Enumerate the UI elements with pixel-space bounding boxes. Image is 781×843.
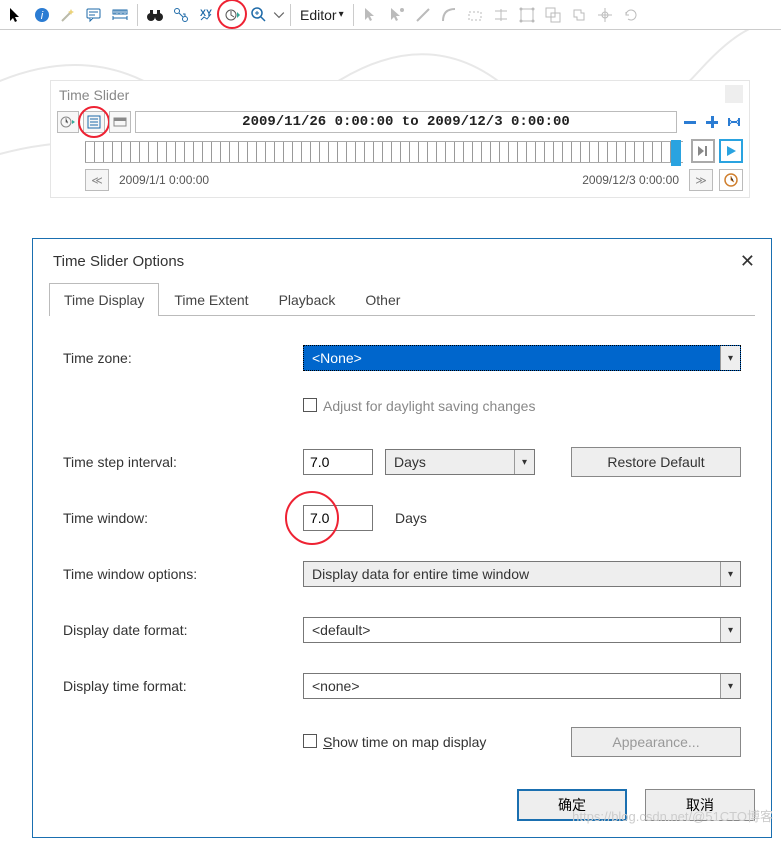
time-slider-thumb[interactable] (671, 140, 681, 166)
time-zone-select[interactable]: <None> ▾ (303, 345, 741, 371)
tab-time-extent[interactable]: Time Extent (159, 283, 263, 316)
link-arrow-icon[interactable] (169, 3, 193, 27)
line-tool-icon[interactable] (411, 3, 435, 27)
time-step-input[interactable] (303, 449, 373, 475)
zoom-out-time-button[interactable] (681, 113, 699, 131)
chevron-down-icon: ▾ (514, 450, 534, 474)
comment-icon[interactable] (82, 3, 106, 27)
svg-text:XY: XY (200, 8, 212, 18)
arc-tool-icon[interactable] (437, 3, 461, 27)
tab-playback[interactable]: Playback (264, 283, 351, 316)
live-mode-button[interactable] (719, 169, 743, 191)
toolbar-separator (290, 4, 291, 26)
chevron-down-icon: ▾ (720, 618, 740, 642)
dst-checkbox[interactable] (303, 398, 317, 412)
time-step-unit-value: Days (394, 454, 426, 470)
export-video-icon[interactable] (109, 111, 131, 133)
enable-time-icon[interactable] (57, 111, 79, 133)
edit-pointer-icon[interactable] (359, 3, 383, 27)
restore-default-button[interactable]: Restore Default (571, 447, 741, 477)
date-format-value: <default> (312, 622, 370, 638)
center-tool-icon[interactable] (593, 3, 617, 27)
binoculars-icon[interactable] (143, 3, 167, 27)
time-zone-value: <None> (312, 350, 362, 366)
time-options-icon[interactable] (83, 111, 105, 133)
time-window-unit-label: Days (395, 510, 427, 526)
ok-button[interactable]: 确定 (517, 789, 627, 821)
polygon-tool-icon[interactable] (463, 3, 487, 27)
time-slider-options-dialog: Time Slider Options ✕ Time Display Time … (32, 238, 772, 838)
toolbar-separator (137, 4, 138, 26)
main-toolbar: i XY Editor▾ (0, 0, 781, 30)
time-slider-track[interactable] (85, 141, 683, 163)
cancel-button[interactable]: 取消 (645, 789, 755, 821)
time-format-select[interactable]: <none> ▾ (303, 673, 741, 699)
dropdown-caret-icon[interactable] (273, 3, 285, 27)
window-options-value: Display data for entire time window (312, 566, 529, 582)
extend-tool-icon[interactable] (515, 3, 539, 27)
time-format-value: <none> (312, 678, 360, 694)
skip-end-button[interactable] (691, 139, 715, 163)
rotate-tool-icon[interactable] (619, 3, 643, 27)
editor-menu[interactable]: Editor▾ (296, 7, 348, 23)
time-step-label: Time step interval: (63, 454, 303, 470)
time-step-unit-select[interactable]: Days ▾ (385, 449, 535, 475)
dst-label: Adjust for daylight saving changes (323, 398, 535, 414)
full-extent-time-button[interactable] (725, 113, 743, 131)
time-slider-panel: Time Slider 2009/11/26 0:00:00 to 2009/1… (50, 80, 750, 198)
trim-tool-icon[interactable] (489, 3, 513, 27)
xy-icon[interactable]: XY (195, 3, 219, 27)
edit-segment-icon[interactable] (385, 3, 409, 27)
date-format-select[interactable]: <default> ▾ (303, 617, 741, 643)
time-slider-close-button[interactable] (725, 85, 743, 103)
window-options-label: Time window options: (63, 566, 303, 582)
ruler-icon[interactable] (108, 3, 132, 27)
time-slider-toolbar-icon[interactable] (221, 3, 245, 27)
time-window-label: Time window: (63, 510, 303, 526)
toolbar-separator (353, 4, 354, 26)
play-button[interactable] (719, 139, 743, 163)
show-on-map-label: Show time on map display (323, 734, 486, 750)
time-format-label: Display time format: (63, 678, 303, 694)
time-slider-title: Time Slider (51, 81, 749, 111)
time-zone-label: Time zone: (63, 350, 303, 366)
editor-label: Editor (300, 7, 337, 23)
time-end-label: 2009/12/3 0:00:00 (582, 173, 679, 187)
zoom-in-icon[interactable] (247, 3, 271, 27)
skip-forward-button[interactable]: ≫ (689, 169, 713, 191)
union-tool-icon[interactable] (567, 3, 591, 27)
time-range-readout: 2009/11/26 0:00:00 to 2009/12/3 0:00:00 (135, 111, 677, 133)
window-options-select[interactable]: Display data for entire time window ▾ (303, 561, 741, 587)
tab-other[interactable]: Other (350, 283, 415, 316)
tab-time-display[interactable]: Time Display (49, 283, 159, 316)
appearance-button[interactable]: Appearance... (571, 727, 741, 757)
dialog-close-button[interactable]: ✕ (740, 251, 755, 272)
zoom-in-time-button[interactable] (703, 113, 721, 131)
time-window-input[interactable] (303, 505, 373, 531)
date-format-label: Display date format: (63, 622, 303, 638)
info-icon[interactable]: i (30, 3, 54, 27)
chevron-down-icon: ▾ (720, 674, 740, 698)
pointer-icon[interactable] (4, 3, 28, 27)
dialog-tabs: Time Display Time Extent Playback Other (49, 282, 755, 316)
chevron-down-icon: ▾ (720, 562, 740, 586)
show-on-map-checkbox[interactable] (303, 734, 317, 748)
intersect-tool-icon[interactable] (541, 3, 565, 27)
wand-icon[interactable] (56, 3, 80, 27)
time-start-label: 2009/1/1 0:00:00 (119, 173, 209, 187)
skip-back-button[interactable]: ≪ (85, 169, 109, 191)
chevron-down-icon: ▾ (720, 346, 740, 370)
caret-down-icon: ▾ (339, 9, 344, 20)
dialog-title: Time Slider Options (53, 253, 184, 270)
